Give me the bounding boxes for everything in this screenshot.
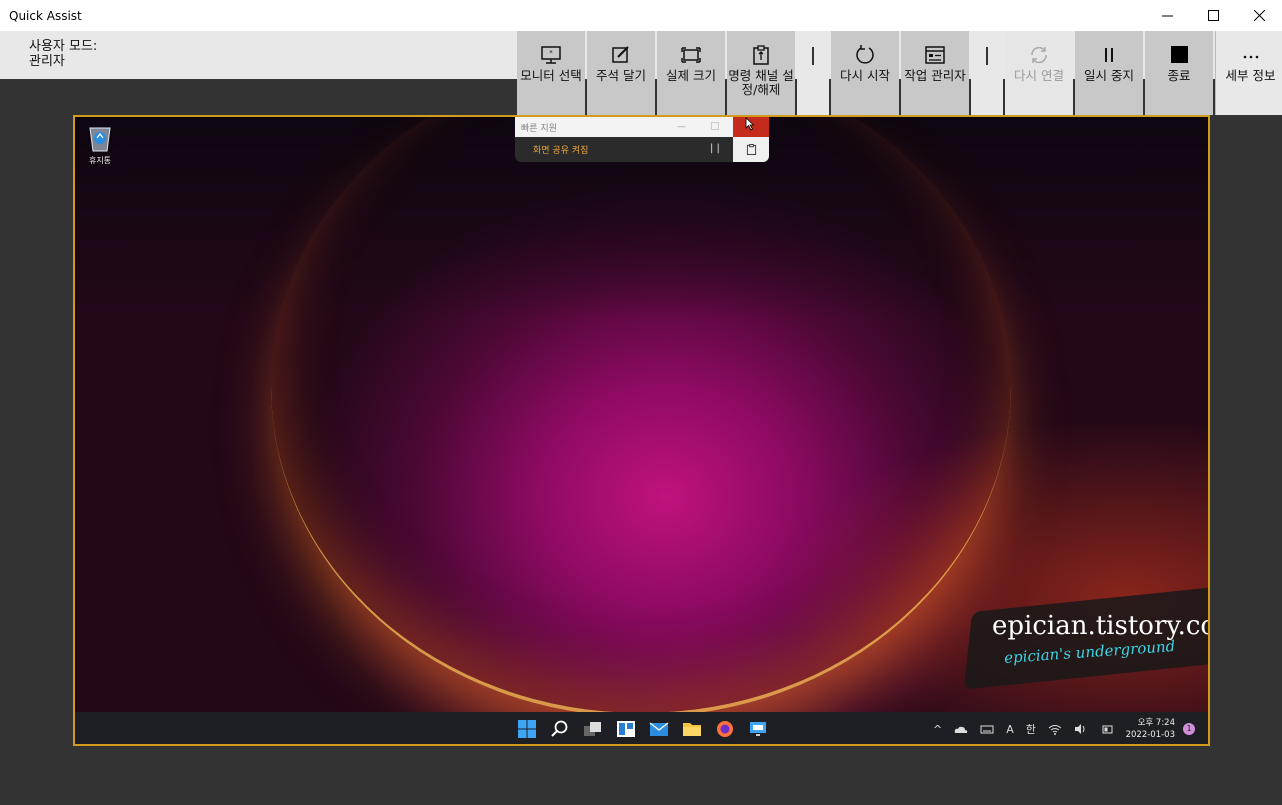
start-button[interactable] (515, 719, 539, 739)
svg-text:*: * (549, 49, 553, 57)
battery-icon[interactable] (1100, 723, 1114, 735)
toolbar-separator (971, 31, 1003, 115)
pause-button[interactable]: 일시 중지 (1075, 31, 1143, 115)
minimize-icon (1161, 15, 1173, 17)
ime-indicator[interactable]: A (1006, 723, 1014, 736)
user-mode: 사용자 모드: 관리자 (29, 39, 97, 69)
end-label: 종료 (1167, 68, 1191, 83)
firefox-button[interactable] (713, 719, 737, 739)
select-monitor-button[interactable]: * 모니터 선택 (517, 31, 585, 115)
restart-button[interactable]: 다시 시작 (831, 31, 899, 115)
tray-overflow-icon[interactable]: ^ (933, 723, 942, 736)
widgets-button[interactable] (614, 719, 638, 739)
watermark-main: epician.tistory.com (992, 611, 1208, 641)
quick-assist-mini-window: 빠른 지원 — 화면 공유 켜짐 | | (515, 117, 769, 162)
toolbar: * 모니터 선택 주석 달기 실제 크기 명령 채널 설정/해제 다시 시작 작… (517, 31, 1282, 115)
clipboard-icon (753, 45, 769, 65)
annotate-button[interactable]: 주석 달기 (587, 31, 655, 115)
clock-time: 오후 7:24 (1137, 718, 1175, 728)
notification-badge[interactable]: 1 (1183, 723, 1195, 735)
clipboard-icon (746, 144, 756, 155)
mini-title-bar: 빠른 지원 — (515, 117, 769, 137)
actual-size-button[interactable]: 실제 크기 (657, 31, 725, 115)
user-mode-label: 사용자 모드: (29, 39, 98, 54)
window-title: Quick Assist (9, 8, 82, 23)
toggle-command-channel-button[interactable]: 명령 채널 설정/해제 (727, 31, 795, 115)
language-indicator[interactable]: 한 (1026, 721, 1036, 737)
maximize-icon (1207, 10, 1219, 21)
mini-pause-icon[interactable]: | | (710, 143, 720, 154)
end-button[interactable]: 종료 (1145, 31, 1213, 115)
monitor-icon: * (541, 46, 561, 64)
mini-clipboard-button[interactable] (733, 137, 769, 162)
reconnect-icon (1031, 46, 1047, 64)
system-tray: ^ A 한 (933, 712, 1114, 744)
toggle-command-channel-label: 명령 채널 설정/해제 (728, 68, 794, 97)
remote-taskbar: ^ A 한 오후 7:24 2022-01-03 1 (75, 712, 1208, 744)
mini-status-text: 화면 공유 켜짐 (533, 146, 589, 156)
pen-icon (612, 46, 629, 63)
task-view-icon (584, 722, 601, 736)
task-manager-button[interactable]: 작업 관리자 (901, 31, 969, 115)
clock-date: 2022-01-03 (1125, 730, 1175, 740)
title-bar: Quick Assist (0, 0, 1282, 31)
wifi-icon[interactable] (1048, 723, 1062, 735)
quick-assist-taskbar-button[interactable] (746, 719, 770, 739)
user-mode-value: 관리자 (29, 54, 65, 69)
mini-minimize-icon[interactable]: — (677, 122, 686, 132)
mini-status-bar: 화면 공유 켜짐 | | (515, 137, 769, 162)
quick-assist-icon (750, 722, 766, 736)
annotate-label: 주석 달기 (596, 68, 646, 83)
maximize-button[interactable] (1190, 0, 1236, 31)
mail-button[interactable] (647, 719, 671, 739)
mini-title: 빠른 지원 (521, 123, 557, 134)
mouse-cursor-icon (745, 117, 755, 131)
toolbar-separator (797, 31, 829, 115)
folder-icon (683, 723, 701, 736)
task-manager-icon (925, 46, 945, 64)
restart-icon (856, 45, 874, 64)
reconnect-label: 다시 연결 (1014, 68, 1064, 83)
mail-icon (649, 722, 669, 736)
actual-size-label: 실제 크기 (666, 68, 716, 83)
reconnect-button[interactable]: 다시 연결 (1005, 31, 1073, 115)
remote-screen[interactable]: 휴지통 빠른 지원 — 화면 공유 켜짐 | | epician.tistory… (73, 115, 1210, 746)
mini-maximize-icon[interactable] (711, 122, 719, 130)
task-view-button[interactable] (581, 719, 605, 739)
select-monitor-label: 모니터 선택 (520, 68, 582, 83)
pause-label: 일시 중지 (1084, 68, 1134, 83)
widgets-icon (617, 721, 635, 737)
task-manager-label: 작업 관리자 (904, 68, 966, 83)
details-label: 세부 정보 (1225, 68, 1276, 83)
recycle-bin[interactable]: 휴지통 (85, 123, 115, 166)
minimize-button[interactable] (1144, 0, 1190, 31)
actual-size-icon (681, 47, 701, 63)
search-button[interactable] (548, 719, 572, 739)
clock[interactable]: 오후 7:24 2022-01-03 (1125, 717, 1175, 741)
search-icon (551, 720, 568, 737)
keyboard-icon[interactable] (980, 723, 994, 735)
restart-label: 다시 시작 (840, 68, 890, 83)
windows-icon (518, 720, 536, 738)
stop-icon (1171, 46, 1188, 63)
pause-icon (1105, 48, 1113, 62)
close-icon (1253, 10, 1265, 21)
watermark: epician.tistory.com epician's undergroun… (960, 586, 1208, 697)
close-button[interactable] (1236, 0, 1282, 31)
firefox-icon (717, 721, 733, 737)
details-button[interactable]: 세부 정보 (1215, 31, 1282, 115)
volume-icon[interactable] (1074, 723, 1088, 735)
recycle-bin-icon (89, 127, 111, 152)
onedrive-icon[interactable] (954, 723, 968, 735)
more-icon (1243, 55, 1258, 59)
file-explorer-button[interactable] (680, 719, 704, 739)
recycle-bin-label: 휴지통 (88, 156, 112, 165)
